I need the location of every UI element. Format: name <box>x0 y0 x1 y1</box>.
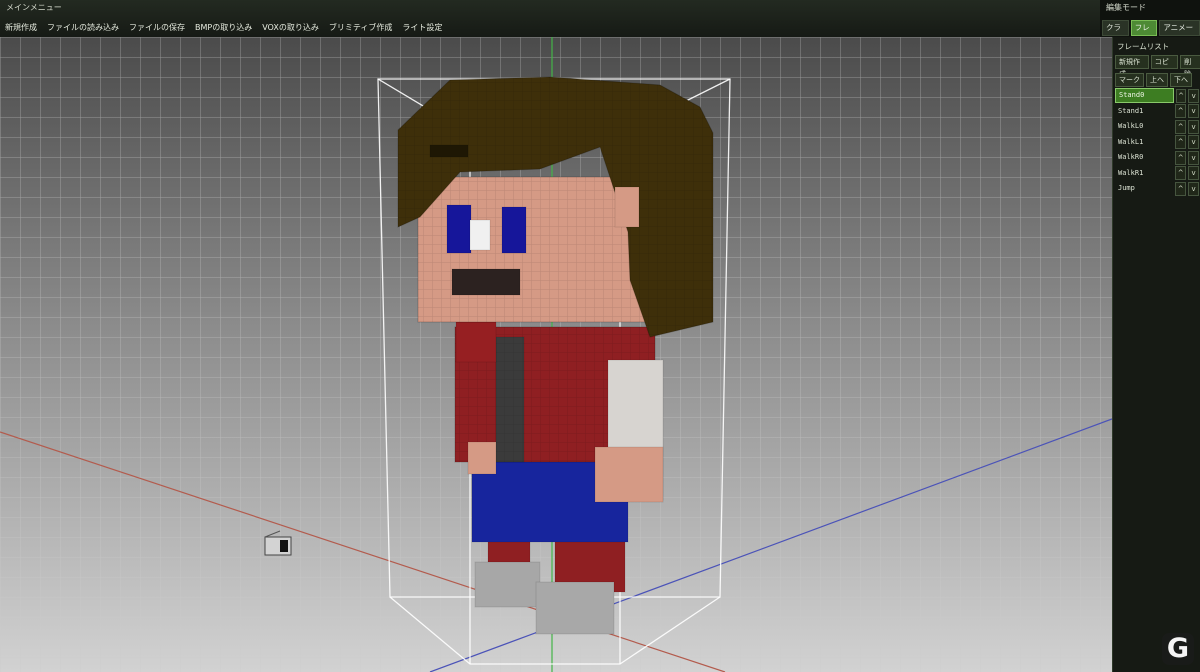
frame-name[interactable]: WalkL1 <box>1115 136 1173 149</box>
edit-mode-title: 編集モード <box>1106 3 1146 12</box>
move-down-icon[interactable]: v <box>1188 166 1199 181</box>
menu-item-import-bmp[interactable]: BMPの取り込み <box>193 21 254 34</box>
tab-cluster[interactable]: クラスタ <box>1102 20 1129 46</box>
menu-item-light-settings[interactable]: ライト設定 <box>400 21 444 34</box>
move-up-icon[interactable]: ^ <box>1175 119 1187 134</box>
move-down-icon[interactable]: v <box>1188 150 1199 165</box>
move-down-icon[interactable]: v <box>1188 135 1199 150</box>
mark-frame-button[interactable]: マーク <box>1115 73 1144 87</box>
move-frame-up-button[interactable]: 上へ <box>1146 73 1168 87</box>
frame-name[interactable]: WalkR0 <box>1115 151 1173 164</box>
watermark-logo-icon: G <box>1162 633 1194 665</box>
frame-row-jump[interactable]: Jump ^ v <box>1115 181 1199 197</box>
frame-order-row: マーク 上へ 下へ <box>1115 73 1192 87</box>
menu-item-new[interactable]: 新規作成 <box>3 21 39 34</box>
frame-row-stand0[interactable]: Stand0 ^ v <box>1115 88 1200 104</box>
frame-row-walkl0[interactable]: WalkL0 ^ v <box>1115 119 1199 135</box>
main-menu-title: メインメニュー <box>6 3 62 12</box>
frame-row-walkl1[interactable]: WalkL1 ^ v <box>1115 135 1199 151</box>
main-menu-bar: メインメニュー 新規作成 ファイルの読み込み ファイルの保存 BMPの取り込み … <box>0 0 1110 38</box>
move-down-icon[interactable]: v <box>1188 119 1199 134</box>
move-up-icon[interactable]: ^ <box>1175 104 1187 119</box>
frame-name[interactable]: WalkL0 <box>1115 120 1173 133</box>
move-down-icon[interactable]: v <box>1188 88 1200 103</box>
frame-name[interactable]: Stand1 <box>1115 105 1173 118</box>
frame-name[interactable]: WalkR1 <box>1115 167 1173 180</box>
move-up-icon[interactable]: ^ <box>1175 88 1187 103</box>
voxel-scene <box>0 37 1112 672</box>
delete-frame-button[interactable]: 削除 <box>1180 55 1200 78</box>
menu-item-import-vox[interactable]: VOXの取り込み <box>260 21 321 34</box>
tab-frame[interactable]: フレーム <box>1130 20 1158 46</box>
frame-name[interactable]: Stand0 <box>1115 88 1174 104</box>
copy-frame-button[interactable]: コピー <box>1150 55 1179 78</box>
move-up-icon[interactable]: ^ <box>1175 166 1187 181</box>
move-frame-down-button[interactable]: 下へ <box>1170 73 1192 87</box>
menu-item-create-primitive[interactable]: ブリミティブ作成 <box>327 21 395 34</box>
frame-row-stand1[interactable]: Stand1 ^ v <box>1115 104 1199 120</box>
move-down-icon[interactable]: v <box>1188 181 1199 196</box>
tab-animation[interactable]: アニメーション <box>1159 20 1200 46</box>
frame-list: Stand0 ^ v Stand1 ^ v WalkL0 ^ v WalkL1 … <box>1115 88 1200 197</box>
main-menu-items: 新規作成 ファイルの読み込み ファイルの保存 BMPの取り込み VOXの取り込み… <box>3 21 444 34</box>
move-down-icon[interactable]: v <box>1188 104 1199 119</box>
move-up-icon[interactable]: ^ <box>1175 181 1187 196</box>
new-frame-button[interactable]: 新規作成 <box>1115 55 1149 78</box>
frame-row-walkr0[interactable]: WalkR0 ^ v <box>1115 150 1199 166</box>
3d-viewport[interactable] <box>0 37 1112 672</box>
move-up-icon[interactable]: ^ <box>1175 150 1187 165</box>
frame-list-title: フレームリスト <box>1117 42 1170 51</box>
frame-action-row: 新規作成 コピー 削除 <box>1115 55 1200 78</box>
move-up-icon[interactable]: ^ <box>1175 135 1187 150</box>
edit-mode-tabs: クラスタ フレーム アニメーション <box>1102 20 1200 46</box>
frame-row-walkr1[interactable]: WalkR1 ^ v <box>1115 166 1199 182</box>
frame-list-panel: フレームリスト 新規作成 コピー 削除 マーク 上へ 下へ Stand0 ^ v… <box>1112 37 1200 672</box>
frame-name[interactable]: Jump <box>1115 182 1173 195</box>
menu-item-save-file[interactable]: ファイルの保存 <box>127 21 187 34</box>
menu-item-open-file[interactable]: ファイルの読み込み <box>45 21 121 34</box>
